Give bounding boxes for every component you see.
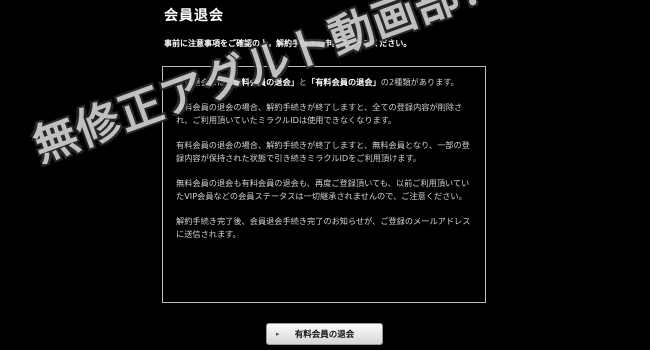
notice-paragraph-types: 会員退会には「無料会員の退会」と「有料会員の退会」の2種類があります。 [176,76,473,89]
notice-types-intro: 会員退会には [176,77,226,87]
notice-types-and: と [298,77,308,87]
notice-paragraph-status: 無料会員の退会も有料会員の退会も、再度ご登録頂いても、以前ご利用頂いていたVIP… [176,178,470,201]
notice-types-outro: の2種類があります。 [380,77,459,87]
instruction-text: 事前に注意事項をご確認の上，解約手続きの申請を行ってください。 [164,39,412,48]
notice-paragraph-email: 解約手続き完了後、会員退会手続き完了のお知らせが、ご登録のメールアドレスに送信さ… [176,216,471,239]
page-title: 会員退会 [164,8,224,24]
paid-withdrawal-label: 「有料会員の退会」 [307,77,381,87]
notice-paragraph-paid: 有料会員の退会の場合、解約手続きが終了しますと、無料会員となり、一部の登録内容が… [176,140,470,163]
notice-box: 会員退会には「無料会員の退会」と「有料会員の退会」の2種類があります。 無料会員… [162,66,486,303]
notice-paragraph-free: 無料会員の退会の場合、解約手続きが終了しますと、全ての登録内容が削除され、ご利用… [176,102,463,125]
withdraw-paid-button[interactable]: ▸ 有料会員の退会 [266,323,383,345]
chevron-right-icon: ▸ [276,330,280,338]
withdraw-paid-label: 有料会員の退会 [294,330,355,340]
free-withdrawal-label: 「無料会員の退会」 [225,77,299,87]
